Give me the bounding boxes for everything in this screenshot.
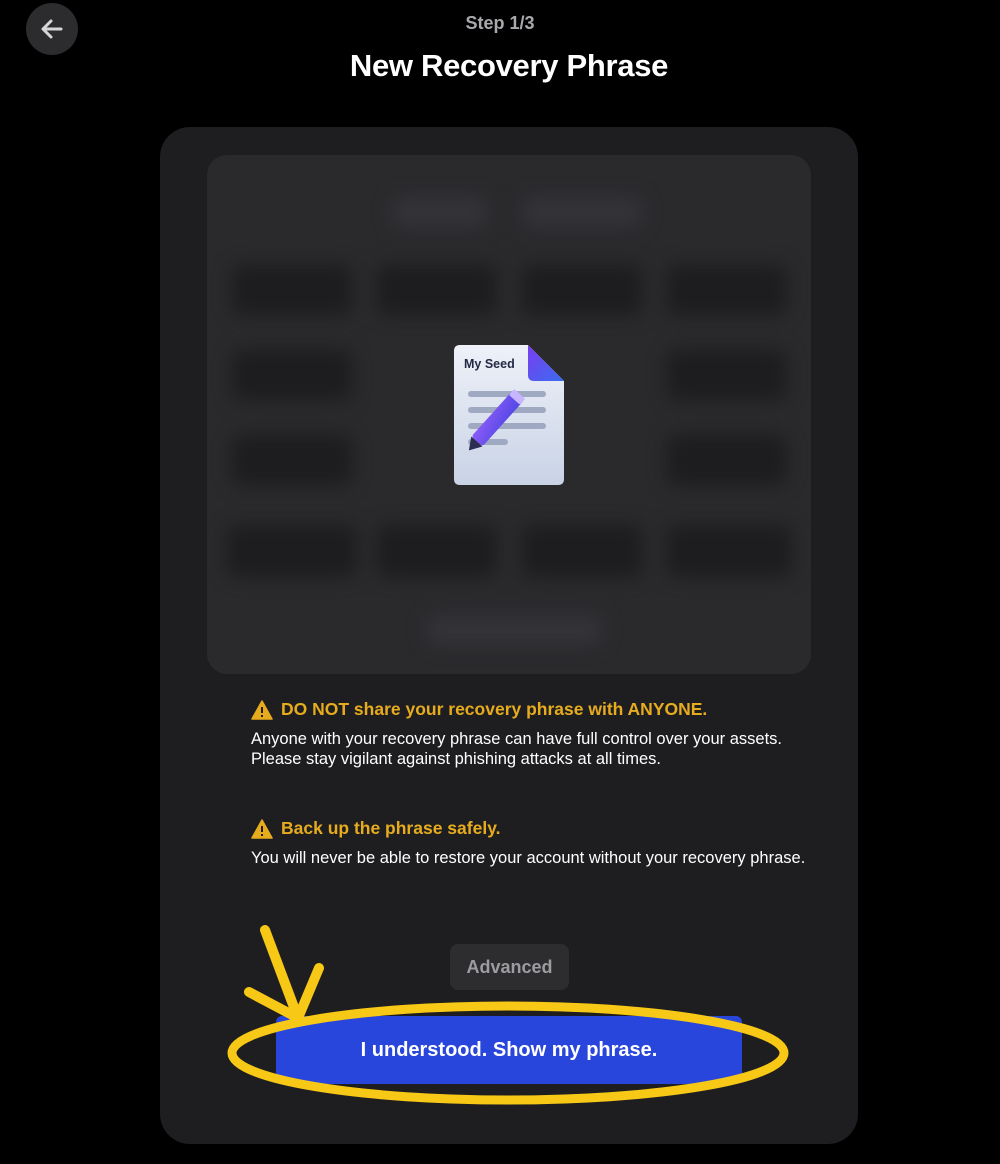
- warning-icon: [251, 818, 273, 839]
- warning-title: DO NOT share your recovery phrase with A…: [281, 699, 708, 719]
- warning-body: Anyone with your recovery phrase can hav…: [251, 730, 783, 768]
- page-title: New Recovery Phrase: [349, 48, 669, 83]
- warning-body: You will never be able to restore your a…: [251, 849, 806, 867]
- seed-document-icon: My Seed: [454, 345, 564, 485]
- hidden-seed-panel: My Seed: [207, 155, 811, 674]
- recovery-card: My Seed DO NOT share your recovery phras…: [160, 127, 858, 1144]
- step-indicator: Step 1/3: [465, 13, 535, 33]
- advanced-button[interactable]: Advanced: [450, 944, 569, 990]
- warning-backup: Back up the phrase safely. You will neve…: [251, 818, 811, 868]
- seed-icon-label: My Seed: [464, 357, 515, 371]
- show-phrase-button[interactable]: I understood. Show my phrase.: [276, 1016, 742, 1084]
- warning-icon: [251, 699, 273, 720]
- warning-title: Back up the phrase safely.: [281, 818, 501, 838]
- warning-no-share: DO NOT share your recovery phrase with A…: [251, 699, 811, 769]
